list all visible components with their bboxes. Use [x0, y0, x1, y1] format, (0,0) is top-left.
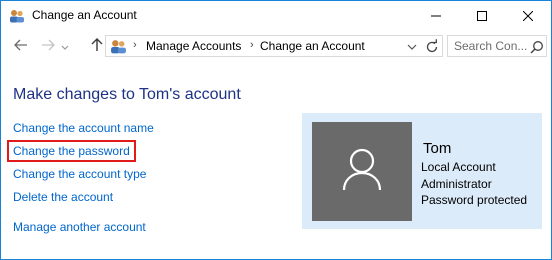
navigation-bar: › Manage Accounts › Change an Account Se…: [1, 31, 551, 63]
users-icon: [110, 38, 127, 55]
breadcrumb-manage-accounts[interactable]: Manage Accounts: [146, 39, 241, 53]
user-icon: [342, 147, 382, 196]
search-input[interactable]: Search Con...: [447, 35, 547, 57]
refresh-icon[interactable]: [424, 39, 440, 55]
avatar: [312, 122, 412, 221]
users-icon: [9, 8, 25, 24]
arrow-up-icon: [91, 37, 103, 57]
page-title: Make changes to Tom's account: [13, 86, 241, 103]
account-type: Local Account: [421, 160, 496, 174]
account-role: Administrator: [421, 177, 492, 191]
change-account-name-link[interactable]: Change the account name: [13, 121, 154, 135]
window: Change an Account › Manage Accounts › Ch…: [0, 0, 552, 260]
delete-account-link[interactable]: Delete the account: [13, 190, 113, 204]
chevron-down-icon[interactable]: [406, 40, 420, 54]
arrow-right-icon: [41, 38, 55, 56]
close-button[interactable]: [505, 1, 551, 31]
up-button[interactable]: [87, 37, 107, 57]
chevron-right-icon[interactable]: ›: [250, 39, 254, 51]
window-title: Change an Account: [32, 8, 137, 22]
search-icon[interactable]: [530, 40, 544, 54]
maximize-button[interactable]: [459, 1, 505, 31]
recent-locations-button[interactable]: [58, 37, 72, 57]
search-placeholder: Search Con...: [454, 39, 528, 53]
forward-button[interactable]: [38, 37, 58, 57]
back-button[interactable]: [11, 37, 31, 57]
chevron-down-icon: [61, 38, 69, 56]
arrow-left-icon: [14, 38, 28, 56]
address-bar[interactable]: › Manage Accounts › Change an Account: [105, 35, 443, 57]
minimize-button[interactable]: [413, 1, 459, 31]
title-bar: Change an Account: [1, 1, 551, 31]
change-account-type-link[interactable]: Change the account type: [13, 167, 146, 181]
manage-another-account-link[interactable]: Manage another account: [13, 220, 146, 234]
chevron-right-icon[interactable]: ›: [133, 39, 137, 51]
breadcrumb-change-account[interactable]: Change an Account: [260, 39, 365, 53]
account-card: Tom Local Account Administrator Password…: [302, 113, 542, 229]
change-password-link[interactable]: Change the password: [13, 144, 130, 158]
account-name: Tom: [423, 140, 452, 157]
account-password-status: Password protected: [421, 193, 528, 207]
